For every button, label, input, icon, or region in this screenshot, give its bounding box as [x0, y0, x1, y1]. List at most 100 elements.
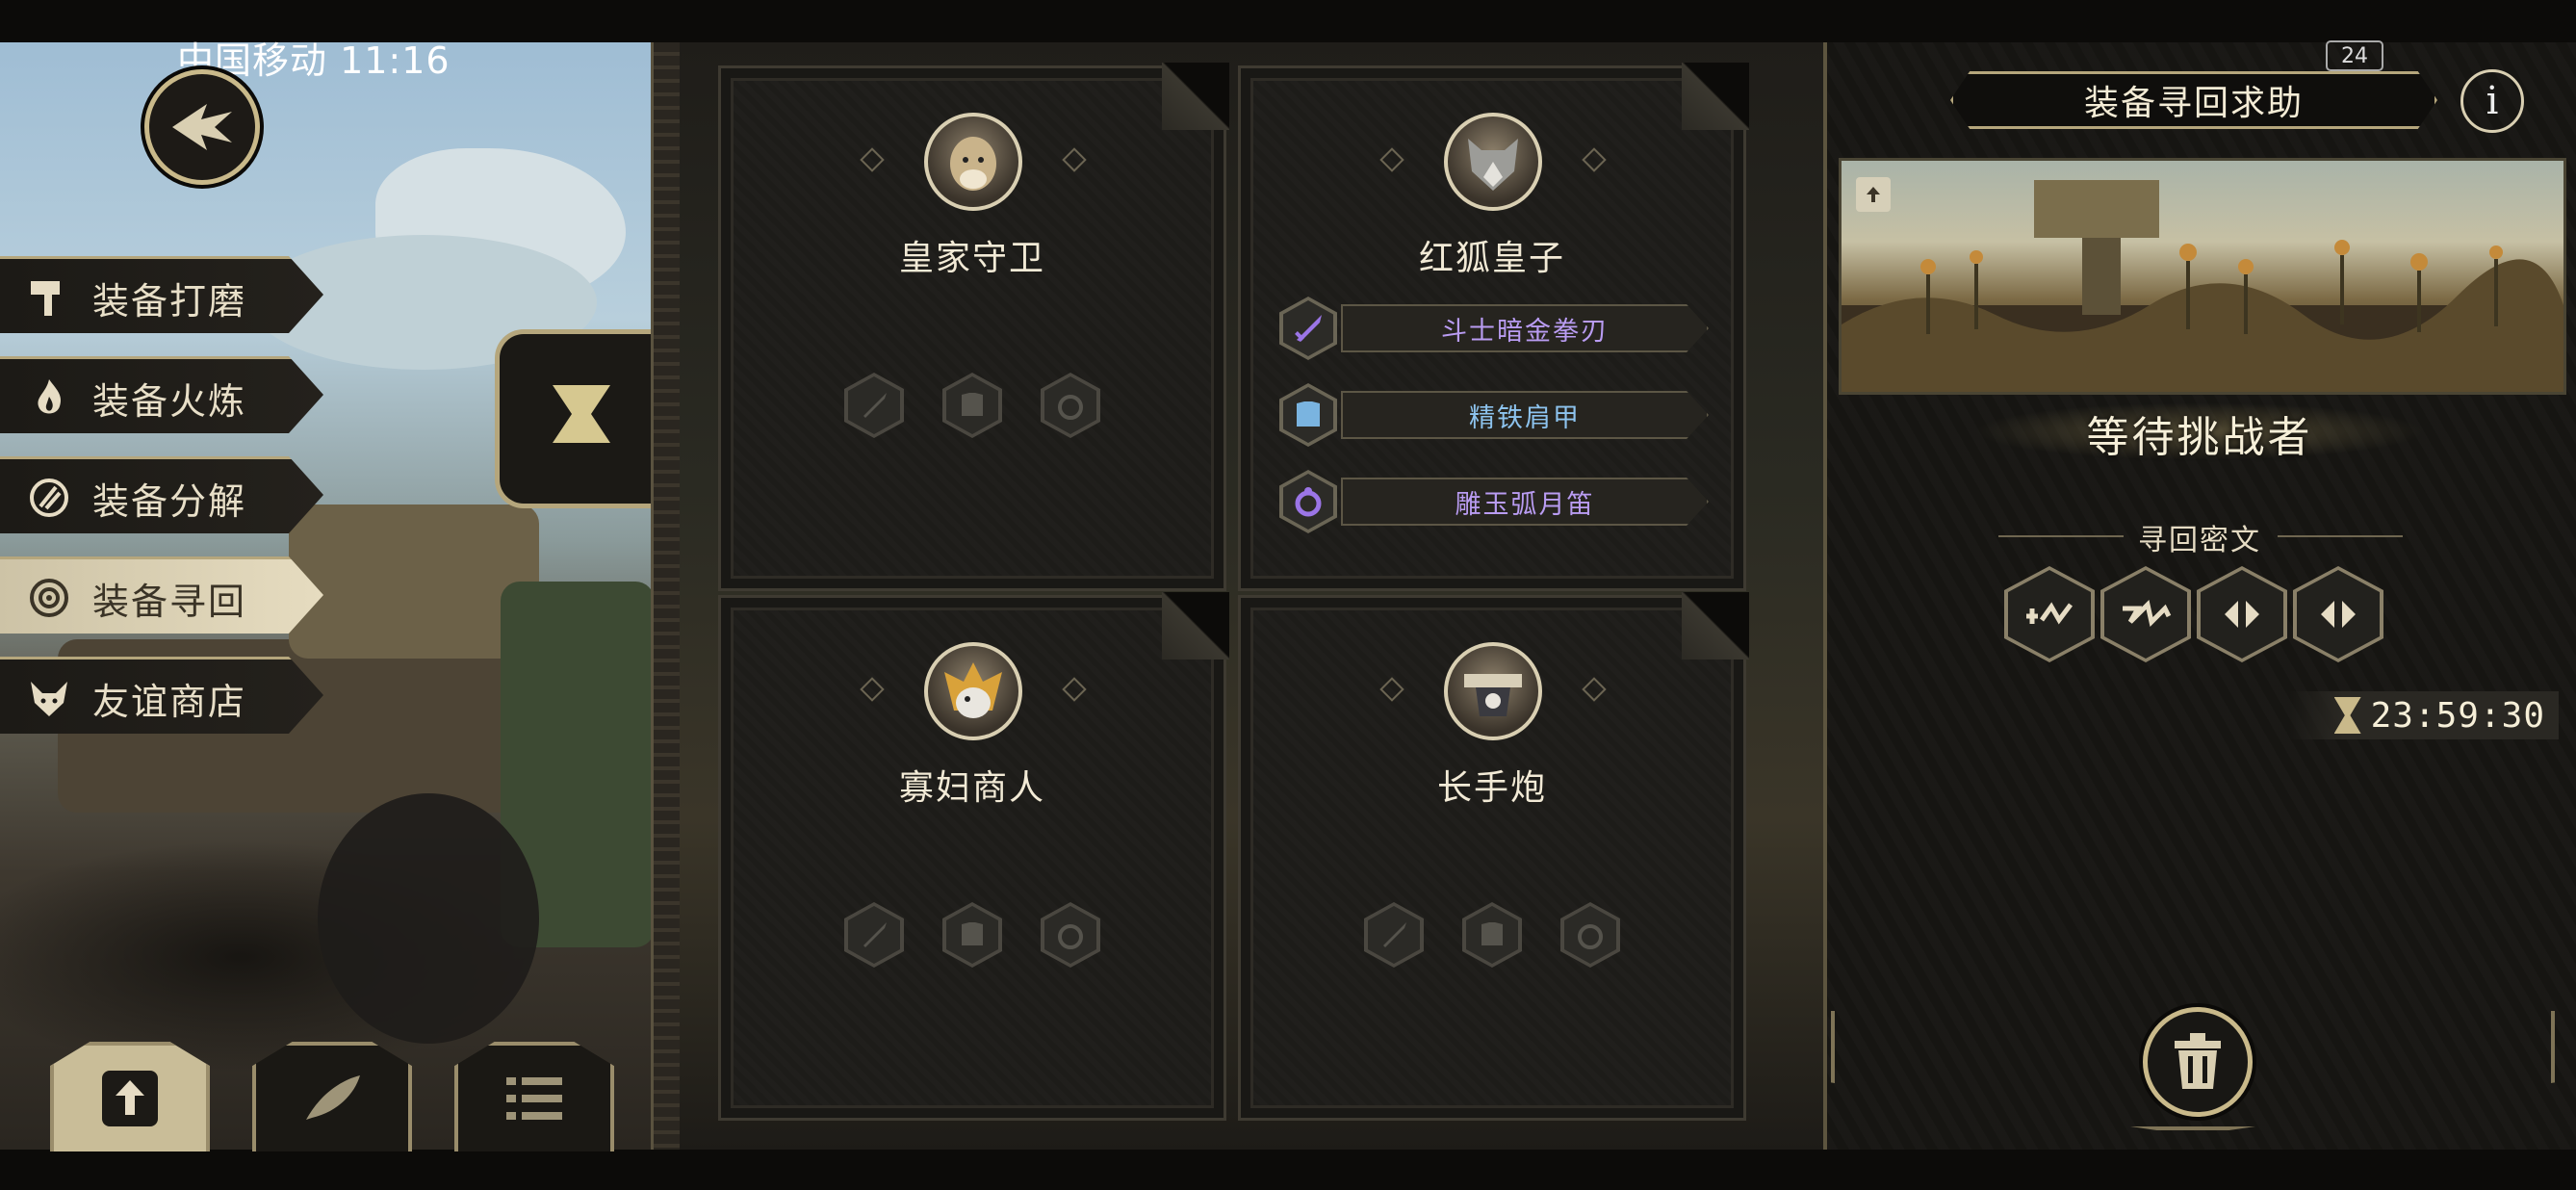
- equipment-name: 精铁肩甲: [1341, 391, 1709, 439]
- ornament-diamond: [1062, 677, 1087, 702]
- accessory-slot[interactable]: [1041, 902, 1100, 968]
- equipment-name: 斗士暗金拳刃: [1341, 304, 1709, 352]
- menu-item-refine[interactable]: 装备火炼: [0, 356, 323, 433]
- ornament-diamond: [1062, 147, 1087, 172]
- stage-landscape-illustration: [1842, 180, 2563, 392]
- equipment-slots: [1241, 902, 1743, 968]
- ornament-diamond: [860, 677, 885, 702]
- sword-icon: [863, 922, 887, 947]
- card-fold-corner: [1682, 63, 1749, 130]
- hammer-icon: [553, 385, 610, 443]
- equipment-slots: [721, 373, 1224, 438]
- waiting-challenger-title: 等待挑战者: [2086, 413, 2313, 462]
- armor-slot[interactable]: [1462, 902, 1522, 968]
- cipher-rune[interactable]: [2197, 566, 2287, 662]
- card-fold-corner: [1162, 63, 1229, 130]
- menu-item-label: 装备火炼: [92, 379, 247, 423]
- ornament-diamond: [1379, 677, 1404, 702]
- ring-icon: [1578, 924, 1603, 949]
- stage-preview-image: [1839, 158, 2566, 395]
- panel-title: 装备寻回求助: [1950, 71, 2437, 129]
- battery-indicator: 24: [2326, 40, 2383, 71]
- armor-icon: [962, 393, 983, 416]
- card-fold-corner: [1682, 592, 1749, 660]
- ring-icon: [1058, 924, 1083, 949]
- character-card-long-arm-cannon[interactable]: 长手炮: [1238, 592, 1749, 1121]
- weapon-slot[interactable]: [844, 373, 904, 438]
- list-icon: [506, 1077, 562, 1120]
- sword-icon: [1383, 922, 1406, 947]
- flame-icon: [25, 374, 73, 422]
- ornament-diamond: [860, 147, 885, 172]
- armor-icon: [1481, 922, 1503, 945]
- rune-1-icon: [2026, 602, 2073, 625]
- character-portrait: [1444, 113, 1542, 211]
- hammer-icon: [25, 273, 73, 322]
- menu-item-label: 装备打磨: [92, 279, 247, 323]
- trash-icon: [2175, 1033, 2221, 1089]
- rune-3-icon: [2321, 601, 2356, 628]
- disassemble-icon: [25, 474, 73, 522]
- menu-item-disassemble[interactable]: 装备分解: [0, 456, 323, 533]
- back-arrow-icon: [172, 104, 232, 150]
- character-silhouette: [318, 793, 539, 1044]
- armor-icon: [1297, 401, 1320, 427]
- armor-icon: [962, 922, 983, 945]
- cipher-label: 寻回密文: [2138, 524, 2261, 557]
- info-button[interactable]: i: [2460, 69, 2524, 133]
- target-icon: [25, 574, 73, 622]
- wolf-portrait-icon: [1468, 139, 1518, 191]
- equipment-row[interactable]: 雕玉弧月笛: [1279, 470, 1709, 533]
- menu-item-label: 装备分解: [92, 479, 247, 523]
- ring-icon: [1058, 395, 1083, 420]
- scene-side-tab[interactable]: [495, 329, 663, 508]
- armor-slot[interactable]: [942, 902, 1002, 968]
- equipment-name: 雕玉弧月笛: [1341, 478, 1709, 526]
- upload-icon: [102, 1071, 158, 1126]
- sword-icon: [1295, 315, 1322, 342]
- ornament-diamond: [1582, 147, 1607, 172]
- rune-2-icon: [2123, 600, 2172, 627]
- dog-portrait-icon: [950, 137, 996, 191]
- equipment-row[interactable]: 精铁肩甲: [1279, 383, 1709, 447]
- character-card-royal-guard[interactable]: 皇家守卫: [718, 63, 1229, 591]
- character-portrait: [924, 642, 1022, 740]
- character-name: 长手炮: [1436, 768, 1547, 808]
- sword-icon: [863, 393, 887, 418]
- gunner-portrait-icon: [1464, 674, 1522, 716]
- menu-item-friendship-shop[interactable]: 友谊商店: [0, 657, 323, 734]
- delete-button[interactable]: [2143, 1007, 2253, 1117]
- equipment-row[interactable]: 斗士暗金拳刃: [1279, 297, 1709, 360]
- cipher-rune[interactable]: [2004, 566, 2095, 662]
- accessory-slot[interactable]: [1560, 902, 1620, 968]
- card-fold-corner: [1162, 592, 1229, 660]
- fox-icon: [25, 674, 73, 722]
- expand-icon[interactable]: [1856, 177, 1891, 212]
- cipher-rune[interactable]: [2100, 566, 2191, 662]
- character-name: 寡妇商人: [898, 768, 1045, 808]
- ornament-diamond: [1582, 677, 1607, 702]
- ring-icon: [1295, 487, 1322, 517]
- armor-slot[interactable]: [942, 373, 1002, 438]
- list-button[interactable]: [454, 1042, 614, 1151]
- countdown-timer: 23:59:30: [2289, 691, 2559, 739]
- upload-button[interactable]: [50, 1042, 210, 1151]
- character-card-red-fox-prince[interactable]: 红狐皇子 斗士暗金拳刃 精铁肩甲 雕玉弧月笛: [1238, 63, 1749, 591]
- menu-item-label: 友谊商店: [92, 680, 247, 723]
- menu-item-retrieve[interactable]: 装备寻回: [0, 556, 323, 634]
- menu-item-polish[interactable]: 装备打磨: [0, 256, 323, 333]
- accessory-slot[interactable]: [1041, 373, 1100, 438]
- menu-item-label: 装备寻回: [92, 580, 247, 623]
- character-card-widow-merchant[interactable]: 寡妇商人: [718, 592, 1229, 1121]
- hourglass-icon: [2333, 697, 2361, 734]
- weapon-slot[interactable]: [1364, 902, 1424, 968]
- feather-button[interactable]: [252, 1042, 412, 1151]
- character-name: 皇家守卫: [898, 239, 1045, 278]
- character-name: 红狐皇子: [1418, 239, 1565, 278]
- cipher-rune[interactable]: [2293, 566, 2383, 662]
- character-portrait: [924, 113, 1022, 211]
- timer-text: 23:59:30: [2370, 695, 2545, 736]
- weapon-slot[interactable]: [844, 902, 904, 968]
- back-button[interactable]: [144, 69, 260, 185]
- cipher-runes: [2004, 566, 2383, 662]
